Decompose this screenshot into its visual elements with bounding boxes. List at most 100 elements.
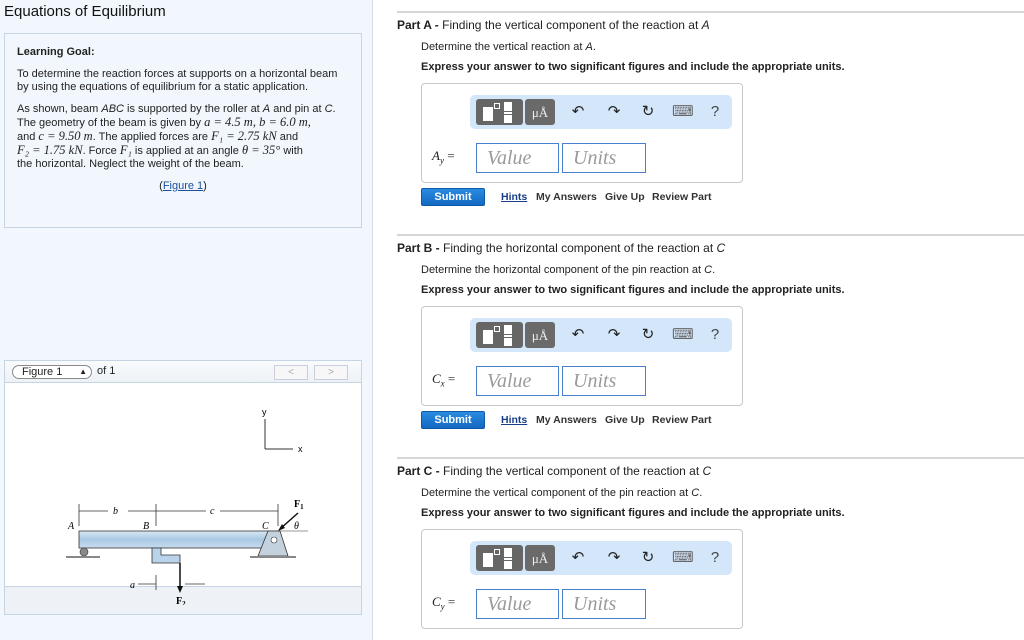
submit-button[interactable]: Submit [421,411,485,429]
undo-icon[interactable]: ↶ [568,101,588,123]
math-f1-var: F₁ [119,143,132,157]
units-button[interactable]: μÅ [525,322,555,348]
submit-button[interactable]: Submit [421,188,485,206]
templates-icon[interactable] [476,545,523,571]
y-axis-label: y [262,407,267,417]
beam [78,530,280,549]
part-title-text: Finding the horizontal component of the … [443,241,717,255]
part-b-instruction: Express your answer to two significant f… [421,284,845,296]
part-label: Part C [397,464,433,478]
text-span: The geometry of the beam is given by [17,117,205,129]
part-a-instruction: Express your answer to two significant f… [421,61,845,73]
units-input[interactable]: Units [562,143,646,173]
value-input[interactable]: Value [476,366,559,396]
part-a-title: Part A - Finding the vertical component … [397,18,1024,32]
templates-icon[interactable] [476,322,523,348]
action-row: Submit Hints My Answers Give Up Review P… [421,411,1024,431]
point-c-label: C [262,521,269,532]
f2-label: F2 [176,596,186,605]
give-up-link[interactable]: Give Up [605,191,645,203]
figure-panel: Figure 1 ▲ of 1 < > y x b c a A B C F2 F… [4,360,362,615]
desc-end: . [592,41,596,53]
part-title-var: C [716,241,726,255]
reset-icon[interactable]: ↻ [638,324,658,346]
part-a-description: Determine the vertical reaction at A. [421,41,1024,53]
figure-link-row: (Figure 1) [17,180,349,193]
figure-1-link[interactable]: Figure 1 [163,180,203,192]
separator: - [431,18,443,32]
answer-box-b: μÅ ↶ ↷ ↻ ⌨ ? Cx = Value Units [421,306,743,406]
desc-text: Determine the horizontal component of th… [421,264,705,276]
undo-icon[interactable]: ↶ [568,547,588,569]
reset-icon[interactable]: ↻ [638,547,658,569]
part-label: Part B [397,241,433,255]
units-input[interactable]: Units [562,366,646,396]
eq-sign: = [443,148,455,163]
math-c: c = 9.50 m [38,129,93,143]
keyboard-icon[interactable]: ⌨ [672,101,694,123]
figure-select-value: Figure 1 [22,366,63,378]
templates-icon[interactable] [476,99,523,125]
var-c: C [324,103,333,115]
part-label: Part A [397,18,432,32]
desc-var: C [704,264,713,276]
learning-goal-heading: Learning Goal: [17,46,95,58]
value-input[interactable]: Value [476,143,559,173]
problem-statement: As shown, beam ABC is supported by the r… [17,103,349,171]
review-part-link[interactable]: Review Part [652,414,712,426]
text-span: the horizontal. Neglect the weight of th… [17,158,244,170]
text-span: . [332,103,336,115]
reset-icon[interactable]: ↻ [638,101,658,123]
my-answers-link[interactable]: My Answers [536,191,597,203]
part-c-instruction: Express your answer to two significant f… [421,507,845,519]
part-c: Part C - Finding the vertical component … [397,457,1024,629]
text-span: and [276,131,299,143]
next-figure-button[interactable]: > [314,365,348,380]
prev-figure-button[interactable]: < [274,365,308,380]
text-span: As shown, beam [17,103,102,115]
desc-text: Determine the vertical component of the … [421,487,692,499]
keyboard-icon[interactable]: ⌨ [672,324,694,346]
equation-label: Cy = [432,594,455,612]
learning-goal-text: To determine the reaction forces at supp… [17,68,338,93]
figure-toolbar: Figure 1 ▲ of 1 < > [5,361,361,383]
math-f2: F₂ = 1.75 kN [17,143,83,157]
units-button[interactable]: μÅ [525,545,555,571]
answer-box-a: μÅ ↶ ↷ ↻ ⌨ ? Ay = Value Units [421,83,743,183]
learning-goal-box: Learning Goal: To determine the reaction… [4,33,362,228]
separator: - [432,464,444,478]
desc-text: Determine the vertical reaction at [421,41,586,53]
axes-icon: y x [262,407,303,454]
help-icon[interactable]: ? [705,547,725,569]
redo-icon[interactable]: ↷ [604,324,624,346]
text-span: and [17,131,39,143]
figure-select[interactable]: Figure 1 ▲ [12,365,92,379]
my-answers-link[interactable]: My Answers [536,414,597,426]
part-b-description: Determine the horizontal component of th… [421,264,1024,276]
undo-icon[interactable]: ↶ [568,324,588,346]
text-span: . Force [82,145,120,157]
part-b: Part B - Finding the horizontal componen… [397,234,1024,431]
keyboard-icon[interactable]: ⌨ [672,547,694,569]
part-title-text: Finding the vertical component of the re… [443,464,703,478]
eq-var: C [432,594,441,609]
units-input[interactable]: Units [562,589,646,619]
math-geometry: a = 4.5 m, b = 6.0 m, [204,115,311,129]
help-icon[interactable]: ? [705,101,725,123]
part-divider [397,234,1024,236]
hints-link[interactable]: Hints [501,191,527,203]
eq-sign: = [444,594,456,609]
x-axis-label: x [298,444,303,454]
hints-link[interactable]: Hints [501,414,527,426]
roller-support-icon [79,547,89,557]
help-icon[interactable]: ? [705,324,725,346]
value-input[interactable]: Value [476,589,559,619]
review-part-link[interactable]: Review Part [652,191,712,203]
math-toolbar: μÅ ↶ ↷ ↻ ⌨ ? [470,541,732,575]
redo-icon[interactable]: ↷ [604,101,624,123]
point-a-label: A [67,521,75,532]
give-up-link[interactable]: Give Up [605,414,645,426]
paren: ) [203,180,207,192]
redo-icon[interactable]: ↷ [604,547,624,569]
units-button[interactable]: μÅ [525,99,555,125]
